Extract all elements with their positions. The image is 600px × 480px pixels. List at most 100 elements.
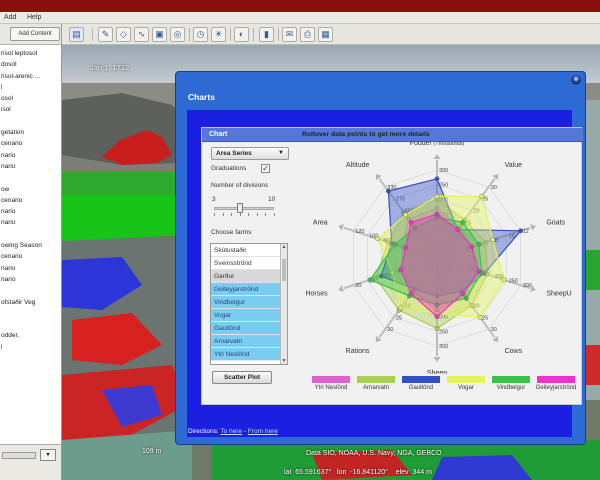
path-icon[interactable]: ∿ (134, 27, 149, 42)
layer-tree-item[interactable] (0, 319, 61, 330)
close-icon[interactable]: ⊗ (571, 75, 581, 85)
legend-item[interactable]: Vindbelgur (488, 376, 534, 391)
layer-tree-item[interactable]: nario (0, 274, 61, 285)
layer-tree-item[interactable] (0, 308, 61, 319)
planet-icon[interactable]: ◐ (234, 27, 249, 42)
radar-data-point (476, 242, 482, 247)
legend-item[interactable]: Vogar (443, 376, 489, 391)
slider-tick (248, 213, 250, 216)
layer-tree-item[interactable]: nario (0, 161, 61, 172)
layer-tree-item[interactable]: owing Season (0, 240, 61, 251)
farm-option[interactable]: Geiteyjarströnd (211, 283, 287, 296)
sidebar-dropdown-button[interactable]: ▾ (40, 449, 56, 461)
radar-data-point (434, 211, 440, 217)
divisions-label: Number of divisions (211, 182, 269, 189)
polygon-icon[interactable]: ◇ (116, 27, 131, 42)
sunlight-icon[interactable]: ☀ (211, 27, 226, 42)
placemark-icon[interactable]: ✎ (98, 27, 113, 42)
radar-chart[interactable]: 50100150200250300Fodder (Thousands)51015… (300, 142, 580, 374)
scroll-down-icon[interactable]: ▼ (281, 358, 287, 364)
radar-data-point (386, 188, 391, 194)
historical-imagery-icon[interactable]: ◷ (193, 27, 208, 42)
places-sidebar: Add Content risol leptosol dosol risol-are… (0, 24, 62, 480)
directions-label: Directions: (188, 428, 221, 435)
ruler-icon[interactable]: ▮ (259, 27, 274, 42)
slider-tick (239, 213, 241, 216)
legend-item[interactable]: Geiteyjarströnd (533, 376, 579, 391)
legend-label: Ytri Neslönd (314, 385, 348, 391)
farm-option[interactable]: Gautlönd (211, 322, 287, 335)
radar-data-point (375, 236, 381, 242)
farm-option[interactable]: Skútustaðir (211, 244, 287, 257)
print-icon[interactable]: ⎙ (300, 27, 315, 42)
layer-tree-item[interactable]: l (0, 342, 61, 353)
radar-data-point (463, 295, 469, 301)
layer-tree-item[interactable]: ow (0, 184, 61, 195)
farm-option[interactable]: Garður (211, 270, 287, 283)
layer-tree-item[interactable]: dosol (0, 59, 61, 70)
radar-axis-label: Horses (305, 291, 328, 298)
radar-axis-label: Cows (505, 348, 523, 355)
farm-option[interactable]: Vogar (211, 309, 287, 322)
view-in-maps-icon[interactable]: ▦ (318, 27, 333, 42)
radar-data-point (403, 212, 409, 218)
to-here-link[interactable]: To here (220, 428, 242, 435)
layer-tree-item[interactable]: cenario (0, 251, 61, 262)
legend-item[interactable]: Arnarvatn (353, 376, 399, 391)
graduations-checkbox[interactable]: ✓ (261, 164, 270, 173)
sidebar-horizontal-scrollbar[interactable] (2, 452, 36, 459)
legend-item[interactable]: Gautlönd (398, 376, 444, 391)
layer-tree-item[interactable]: risol-arenic ... (0, 71, 61, 82)
farm-option[interactable]: Ytri Neslönd (211, 348, 287, 361)
menu-add[interactable]: Add (4, 14, 16, 21)
farm-items: Skútustaðir Sveinsströnd Garður Geiteyjarst… (211, 244, 287, 361)
radar-data-point (408, 291, 414, 296)
layer-tree-item[interactable]: isol (0, 104, 61, 115)
menu-help[interactable]: Help (27, 14, 41, 21)
series-type-value: Area Series (216, 150, 252, 157)
overlay-icon[interactable]: ▣ (152, 27, 167, 42)
layer-tree-item[interactable]: nario (0, 206, 61, 217)
toolbar-separator (278, 28, 279, 41)
slider-tick (222, 213, 224, 216)
farm-option[interactable]: Arnarvatn (211, 335, 287, 348)
farm-option[interactable]: Sveinsströnd (211, 257, 287, 270)
email-icon[interactable]: ✉ (282, 27, 297, 42)
layer-tree-item[interactable]: getation (0, 127, 61, 138)
scroll-thumb[interactable] (282, 259, 286, 281)
layer-tree-item[interactable]: risol leptosol (0, 48, 61, 59)
layer-tree-item[interactable]: cenario (0, 195, 61, 206)
divisions-slider-track[interactable] (214, 207, 274, 210)
series-type-select[interactable]: Area Series ▼ (211, 147, 289, 160)
from-here-link[interactable]: From here (248, 428, 278, 435)
divisions-slider-thumb[interactable] (236, 203, 243, 213)
radar-axis-arrow (530, 224, 536, 231)
rollover-hint: Rollover data points to get more details (302, 131, 430, 138)
scroll-up-icon[interactable]: ▲ (281, 244, 287, 250)
layer-tree-item[interactable] (0, 229, 61, 240)
legend-swatch (492, 376, 530, 383)
record-tour-icon[interactable]: ◎ (170, 27, 185, 42)
radar-tick-label: 30 (387, 327, 393, 333)
layer-tree-item[interactable]: nario (0, 150, 61, 161)
layer-tree-item[interactable] (0, 285, 61, 296)
legend-swatch (312, 376, 350, 383)
radar-axis-label: SheepU (546, 291, 571, 298)
farm-list-scrollbar[interactable]: ▲ ▼ (280, 244, 287, 364)
sidebar-toggle-icon[interactable]: ▤ (69, 27, 84, 42)
layer-tree-item[interactable]: cenario (0, 138, 61, 149)
farm-listbox[interactable]: Skútustaðir Sveinsströnd Garður Geiteyjarst… (210, 243, 288, 365)
layer-tree-item[interactable] (0, 172, 61, 183)
radar-axis-label: Altitude (346, 162, 369, 169)
layer-tree-item[interactable]: nario (0, 263, 61, 274)
layer-tree-item[interactable]: osol (0, 93, 61, 104)
layer-tree-item[interactable]: odder, (0, 330, 61, 341)
add-content-button[interactable]: Add Content (10, 27, 60, 41)
legend-item[interactable]: Ytri Neslönd (308, 376, 354, 391)
scatter-plot-button[interactable]: Scatter Plot (212, 371, 272, 384)
layer-tree-item[interactable]: l (0, 82, 61, 93)
layer-tree-item[interactable]: ofstaðir Veg (0, 297, 61, 308)
layer-tree-item[interactable]: nario (0, 217, 61, 228)
layer-tree-item[interactable] (0, 116, 61, 127)
farm-option[interactable]: Vindbelgur (211, 296, 287, 309)
